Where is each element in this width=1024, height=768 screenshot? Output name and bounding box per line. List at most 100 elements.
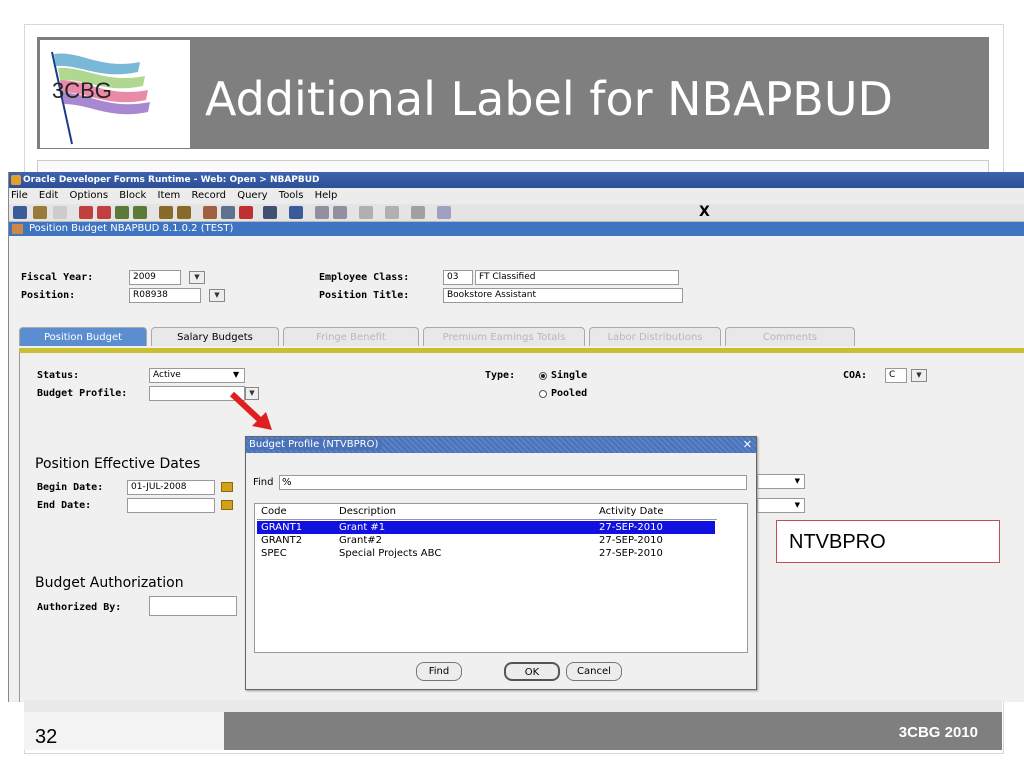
audio-icon[interactable]: [359, 206, 373, 219]
status-field[interactable]: Active: [149, 368, 245, 383]
dialog-close-icon[interactable]: ✕: [743, 437, 752, 453]
menu-item[interactable]: Item: [158, 190, 181, 201]
budget-authorization-heading: Budget Authorization: [35, 575, 184, 591]
slide-title: Additional Label for NBAPBUD: [205, 72, 893, 126]
list-icon[interactable]: [263, 206, 277, 219]
employee-class-code-field[interactable]: 03: [443, 270, 473, 285]
row-description: Special Projects ABC: [339, 548, 442, 559]
position-title-field[interactable]: Bookstore Assistant: [443, 288, 683, 303]
budget-profile-dialog: Budget Profile (NTVBPRO) ✕ Find % Code D…: [245, 436, 757, 690]
authorized-by-field[interactable]: [149, 596, 237, 616]
window-titlebar: Oracle Developer Forms Runtime - Web: Op…: [9, 172, 1024, 188]
menu-file[interactable]: File: [11, 190, 28, 201]
coa-field[interactable]: C: [885, 368, 907, 383]
position-label: Position:: [21, 290, 76, 301]
help-icon[interactable]: [437, 206, 451, 219]
clear-form-icon[interactable]: [333, 206, 347, 219]
tab-comments: Comments: [725, 327, 855, 346]
type-single-radio[interactable]: [539, 372, 547, 380]
form-titlebar: Position Budget NBAPBUD 8.1.0.2 (TEST): [9, 222, 1024, 236]
callout-text: NTVBPRO: [789, 531, 886, 553]
workflow-icon[interactable]: [411, 206, 425, 219]
row-description: Grant #1: [339, 522, 386, 533]
authorized-by-label: Authorized By:: [37, 602, 122, 613]
cancel-button[interactable]: Cancel: [566, 662, 622, 681]
exit-icon[interactable]: X: [699, 204, 710, 220]
employee-class-desc-field: FT Classified: [475, 270, 679, 285]
row-date: 27-SEP-2010: [599, 535, 663, 546]
row-code: SPEC: [261, 548, 287, 559]
menu-query[interactable]: Query: [237, 190, 267, 201]
dialog-title: Budget Profile (NTVBPRO): [249, 439, 383, 450]
red-arrow-icon: [229, 391, 272, 430]
fiscal-year-dropdown-icon[interactable]: ▼: [189, 271, 205, 284]
budget-profile-label: Budget Profile:: [37, 388, 128, 399]
find-label: Find: [253, 477, 274, 488]
menu-tools[interactable]: Tools: [279, 190, 304, 201]
remove-record-icon[interactable]: [239, 206, 253, 219]
cancel-query-icon[interactable]: [315, 206, 329, 219]
menu-help[interactable]: Help: [315, 190, 338, 201]
tab-premium-earnings-totals: Premium Earnings Totals: [423, 327, 585, 346]
ok-button[interactable]: OK: [504, 662, 560, 681]
previous-block-icon[interactable]: [97, 206, 111, 219]
end-date-calendar-icon[interactable]: [221, 500, 233, 510]
page-number: 32: [35, 726, 58, 748]
toolbar: X: [9, 204, 1024, 222]
list-row[interactable]: SPEC Special Projects ABC 27-SEP-2010: [257, 547, 715, 560]
tab-salary-budgets[interactable]: Salary Budgets: [151, 327, 279, 346]
fiscal-year-field[interactable]: 2009: [129, 270, 181, 285]
menu-options[interactable]: Options: [69, 190, 108, 201]
list-row[interactable]: GRANT2 Grant#2 27-SEP-2010: [257, 534, 715, 547]
menu-block[interactable]: Block: [119, 190, 146, 201]
begin-date-field[interactable]: 01-JUL-2008: [127, 480, 215, 495]
row-code: GRANT1: [261, 522, 303, 533]
slide: 3CBG Additional Label for NBAPBUD Oracle…: [0, 0, 1024, 768]
menu-edit[interactable]: Edit: [39, 190, 58, 201]
hidden-lov-field-2[interactable]: ▼: [757, 498, 805, 513]
effective-dates-heading: Position Effective Dates: [35, 456, 201, 472]
previous-record-icon[interactable]: [133, 206, 147, 219]
form-icon: [12, 224, 23, 234]
undo-icon[interactable]: [33, 206, 47, 219]
save-icon[interactable]: [13, 206, 27, 219]
find-button[interactable]: Find: [416, 662, 462, 681]
tab-position-budget[interactable]: Position Budget: [19, 327, 147, 346]
form-title: Position Budget NBAPBUD 8.1.0.2 (TEST): [29, 223, 234, 234]
header-separator: [257, 519, 717, 520]
type-pooled-radio[interactable]: [539, 390, 547, 398]
end-date-label: End Date:: [37, 500, 92, 511]
position-title-label: Position Title:: [319, 290, 410, 301]
next-record-icon[interactable]: [115, 206, 129, 219]
print-icon[interactable]: [53, 206, 67, 219]
type-single-label: Single: [551, 370, 588, 381]
logo-text: 3CBG: [52, 78, 112, 103]
fiscal-year-label: Fiscal Year:: [21, 272, 94, 283]
lov-list: Code Description Activity Date GRANT1 Gr…: [254, 503, 748, 653]
footer-strip: [24, 700, 1002, 712]
position-field[interactable]: R08938: [129, 288, 201, 303]
begin-date-calendar-icon[interactable]: [221, 482, 233, 492]
end-date-field[interactable]: [127, 498, 215, 513]
hidden-lov-field-1[interactable]: ▼: [757, 474, 805, 489]
status-dropdown-icon[interactable]: ▼: [233, 370, 239, 379]
window-title: Oracle Developer Forms Runtime - Web: Op…: [23, 175, 320, 185]
menu-record[interactable]: Record: [191, 190, 226, 201]
footer-brand: 3CBG 2010: [898, 724, 978, 741]
next-block-icon[interactable]: [79, 206, 93, 219]
column-header-description: Description: [339, 506, 396, 517]
enter-query-icon[interactable]: [159, 206, 173, 219]
delete-record-icon[interactable]: [221, 206, 235, 219]
list-row[interactable]: GRANT1 Grant #1 27-SEP-2010: [257, 521, 715, 534]
insert-record-icon[interactable]: [203, 206, 217, 219]
navigate-icon[interactable]: [385, 206, 399, 219]
execute-query-icon[interactable]: [177, 206, 191, 219]
callout-box: NTVBPRO: [776, 520, 1000, 563]
begin-date-label: Begin Date:: [37, 482, 104, 493]
coa-dropdown-icon[interactable]: ▼: [911, 369, 927, 382]
print-report-icon[interactable]: [289, 206, 303, 219]
find-input[interactable]: %: [279, 475, 747, 490]
position-dropdown-icon[interactable]: ▼: [209, 289, 225, 302]
row-date: 27-SEP-2010: [599, 548, 663, 559]
menubar: File Edit Options Block Item Record Quer…: [9, 188, 1024, 204]
